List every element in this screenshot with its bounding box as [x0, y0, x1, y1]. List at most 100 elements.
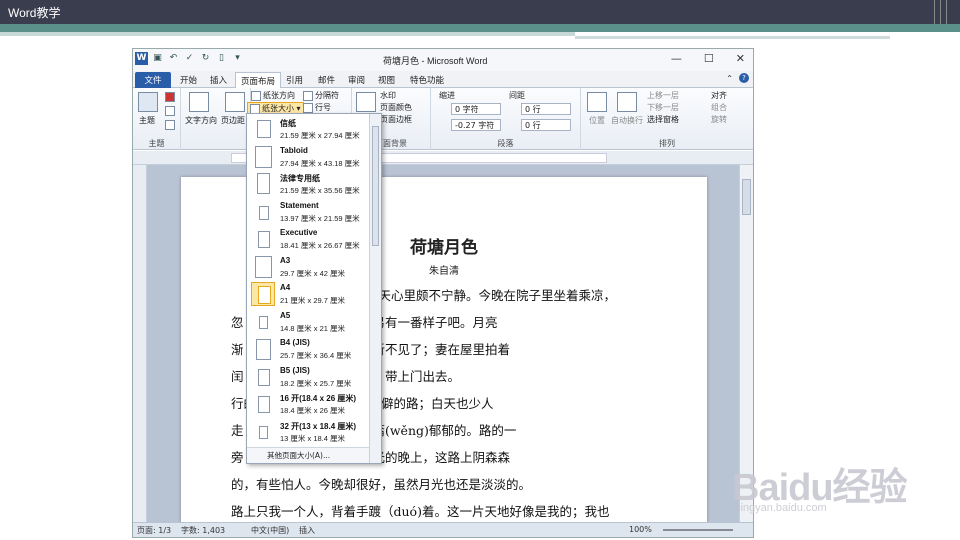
zoom-slider[interactable]	[663, 529, 733, 531]
position-icon[interactable]	[587, 92, 607, 112]
paper-size-option[interactable]: B4 (JIS) 25.7 厘米 x 36.4 厘米	[247, 336, 369, 363]
tab-special[interactable]: 特色功能	[405, 72, 449, 88]
vertical-ruler[interactable]	[133, 165, 147, 523]
themes-icon[interactable]	[138, 92, 158, 112]
wrap-text-icon[interactable]	[617, 92, 637, 112]
text-direction-button[interactable]: 文字方向	[185, 115, 217, 126]
maximize-icon[interactable]: ☐	[704, 52, 714, 65]
option-size: 13 厘米 x 18.4 厘米	[280, 434, 346, 443]
group-button[interactable]: 组合	[711, 102, 727, 113]
tab-references[interactable]: 引用	[281, 72, 308, 88]
dropdown-scrollbar[interactable]	[369, 114, 381, 463]
new-doc-icon[interactable]: ▯	[215, 52, 228, 65]
slide-title: Word教学	[8, 6, 61, 20]
option-name: A5	[280, 311, 291, 320]
theme-effects-icon[interactable]	[165, 120, 175, 130]
divider	[946, 0, 947, 24]
theme-fonts-icon[interactable]	[165, 106, 175, 116]
orientation-button[interactable]: 纸张方向	[251, 90, 295, 101]
text-line: 的，有些怕人。今晚却很好，虽然月光也还是淡淡的。	[231, 477, 532, 492]
tab-file[interactable]: 文件	[135, 72, 171, 88]
wrap-text-button[interactable]: 自动换行	[611, 115, 643, 126]
page-count[interactable]: 页面: 1/3	[137, 525, 171, 536]
page-bg-icon[interactable]	[356, 92, 376, 112]
format-painter-icon[interactable]: ✓	[183, 52, 196, 65]
spacing-after-field[interactable]: 0 行	[521, 119, 571, 131]
insert-mode[interactable]: 插入	[299, 525, 315, 536]
paper-size-option[interactable]: 信纸 21.59 厘米 x 27.94 厘米	[247, 116, 369, 143]
bring-forward-button[interactable]: 上移一层	[647, 90, 679, 101]
breaks-label: 分隔符	[315, 91, 339, 100]
tab-view[interactable]: 视图	[373, 72, 400, 88]
position-button[interactable]: 位置	[589, 115, 605, 126]
text-direction-icon[interactable]	[189, 92, 209, 112]
customize-icon[interactable]: ▾	[231, 52, 244, 65]
indent-left-field[interactable]: 0 字符	[451, 103, 501, 115]
text-line: 路上只我一个人，背着手踱（duó)着。这一片天地好像是我的；我也	[231, 504, 610, 519]
selection-pane-button[interactable]: 选择窗格	[647, 114, 679, 125]
option-name: Executive	[280, 228, 318, 237]
tab-insert[interactable]: 插入	[205, 72, 232, 88]
option-name: A3	[280, 256, 291, 265]
option-name: Tabloid	[280, 146, 308, 155]
group-label: 排列	[659, 139, 675, 148]
tab-home[interactable]: 开始	[175, 72, 202, 88]
paper-size-option[interactable]: 法律专用纸 21.59 厘米 x 35.56 厘米	[247, 171, 369, 198]
tab-review[interactable]: 审阅	[343, 72, 370, 88]
page-icon	[259, 426, 268, 439]
undo-icon[interactable]: ↶	[167, 52, 180, 65]
more-paper-sizes-button[interactable]: 其他页面大小(A)...	[247, 447, 369, 463]
paper-size-option[interactable]: 16 开(18.4 x 26 厘米) 18.4 厘米 x 26 厘米	[247, 391, 369, 418]
paper-size-option[interactable]: A3 29.7 厘米 x 42 厘米	[247, 254, 369, 281]
scroll-thumb[interactable]	[742, 179, 751, 215]
tab-page-layout[interactable]: 页面布局	[235, 72, 282, 88]
redo-icon[interactable]: ↻	[199, 52, 212, 65]
paper-size-option[interactable]: Statement 13.97 厘米 x 21.59 厘米	[247, 199, 369, 226]
paper-size-option[interactable]: Executive 18.41 厘米 x 26.67 厘米	[247, 226, 369, 253]
breaks-button[interactable]: 分隔符	[303, 90, 339, 101]
zoom-level[interactable]: 100%	[629, 525, 652, 534]
quick-access-toolbar: W ▣ ↶ ✓ ↻ ▯ ▾	[135, 52, 244, 65]
help-icon[interactable]: ?	[739, 73, 749, 83]
slide-header: Word教学	[0, 0, 960, 24]
tab-mailings[interactable]: 邮件	[313, 72, 340, 88]
spacing-before-field[interactable]: 0 行	[521, 103, 571, 115]
watermark-button[interactable]: 水印	[380, 90, 396, 101]
margins-icon[interactable]	[225, 92, 245, 112]
page-icon	[256, 339, 271, 360]
group-label: 主题	[148, 139, 165, 148]
language[interactable]: 中文(中国)	[251, 525, 289, 536]
theme-colors-icon[interactable]	[165, 92, 175, 102]
page-color-button[interactable]: 页面颜色	[380, 102, 412, 113]
send-backward-button[interactable]: 下移一层	[647, 102, 679, 113]
ribbon-tabs: 文件 开始 插入 页面布局 引用 邮件 审阅 视图 特色功能 ⌃ ?	[133, 71, 753, 88]
minimize-icon[interactable]: —	[671, 52, 682, 65]
align-button[interactable]: 对齐	[711, 90, 727, 101]
option-name: B5 (JIS)	[280, 366, 310, 375]
option-size: 27.94 厘米 x 43.18 厘米	[280, 159, 360, 168]
page-border-button[interactable]: 页面边框	[380, 114, 412, 125]
title-bar: W ▣ ↶ ✓ ↻ ▯ ▾ 荷塘月色 - Microsoft Word — ☐ …	[133, 49, 753, 71]
orientation-label: 纸张方向	[263, 91, 295, 100]
breaks-icon	[303, 90, 313, 101]
slide-accent-bar	[0, 24, 960, 32]
themes-button[interactable]: 主题	[139, 115, 155, 126]
indent-right-field[interactable]: -0.27 字符	[451, 119, 501, 131]
paper-size-option[interactable]: Tabloid 27.94 厘米 x 43.18 厘米	[247, 144, 369, 171]
group-arrange: 位置 自动换行 上移一层 下移一层 选择窗格 对齐 组合 旋转 排列	[581, 88, 753, 150]
margins-button[interactable]: 页边距	[221, 115, 245, 126]
rotate-button[interactable]: 旋转	[711, 114, 727, 125]
horizontal-ruler[interactable]	[133, 151, 753, 165]
save-icon[interactable]: ▣	[151, 52, 164, 65]
paper-size-option[interactable]: 32 开(13 x 18.4 厘米) 13 厘米 x 18.4 厘米	[247, 419, 369, 446]
paper-size-option-selected[interactable]: A4 21 厘米 x 29.7 厘米	[247, 281, 369, 308]
line-numbers-button[interactable]: 行号	[303, 102, 331, 113]
dropdown-scroll-thumb[interactable]	[372, 126, 379, 246]
close-icon[interactable]: ✕	[736, 52, 745, 65]
paper-size-option[interactable]: B5 (JIS) 18.2 厘米 x 25.7 厘米	[247, 364, 369, 391]
paper-size-option[interactable]: A5 14.8 厘米 x 21 厘米	[247, 309, 369, 336]
word-count[interactable]: 字数: 1,403	[181, 525, 225, 536]
option-size: 18.41 厘米 x 26.67 厘米	[280, 241, 360, 250]
word-icon[interactable]: W	[135, 52, 148, 65]
collapse-ribbon-icon[interactable]: ⌃	[726, 74, 733, 83]
